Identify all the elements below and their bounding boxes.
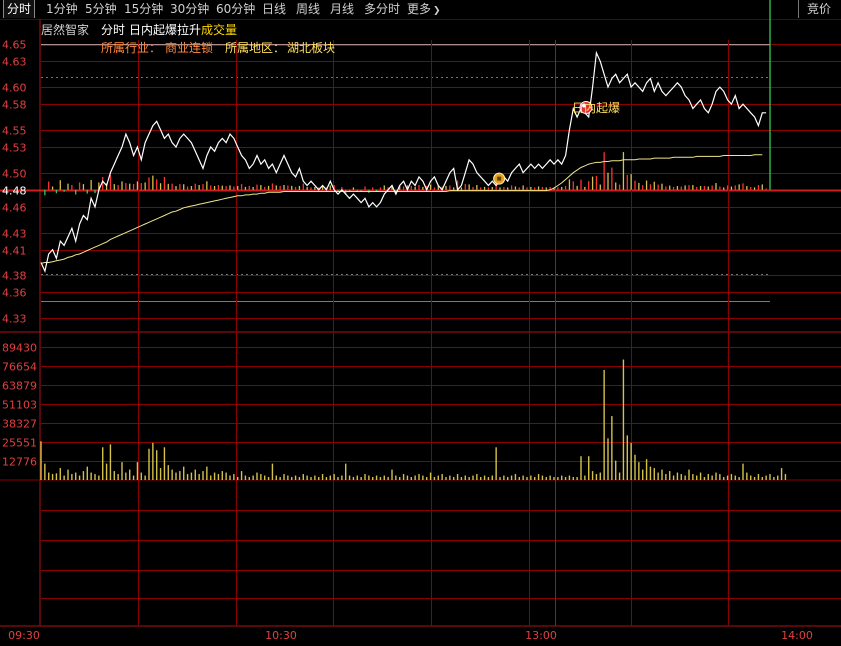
time-tick-label: 10:30 (265, 629, 297, 642)
price-tick-label: 4.53 (2, 142, 27, 155)
burst-annotation: 日内起爆 (572, 101, 621, 115)
price-tick-label: 4.43 (2, 228, 27, 241)
volume-tick-label: 38327 (2, 418, 37, 431)
money-bag-icon-mark (497, 176, 502, 181)
price-tick-label: 4.36 (2, 287, 27, 300)
price-lines (40, 50, 767, 273)
industry-value: 商业连锁 (165, 41, 214, 55)
volume-tick-label: 63879 (2, 380, 37, 393)
time-tick-label: 13:00 (525, 629, 557, 642)
volume-tick-label: 76654 (2, 361, 37, 374)
price-tick-label: 4.33 (2, 313, 27, 326)
price-tick-label: 4.46 (2, 202, 27, 215)
price-tick-label: 4.55 (2, 125, 27, 138)
stock-name: 居然智家 (41, 23, 90, 37)
price-tick-label: 4.48 (2, 185, 27, 198)
signal-name: 日内起爆拉升 (129, 23, 202, 37)
grid (0, 19, 841, 627)
price-tick-label: 4.58 (2, 99, 27, 112)
volume-indicator-label: 成交量 (201, 23, 238, 37)
price-tick-label: 4.38 (2, 270, 27, 283)
volume-tick-label: 51103 (2, 399, 37, 412)
price-line (40, 50, 767, 273)
average-price-line (40, 154, 763, 264)
price-tick-label: 4.65 (2, 39, 27, 52)
industry-label: 所属行业： (101, 41, 162, 55)
volume-tick-label: 89430 (2, 342, 37, 355)
volume-tick-label: 12776 (2, 456, 37, 469)
chart-mode-label: 分时 (101, 23, 126, 37)
region-value: 湖北板块 (287, 41, 336, 55)
price-tick-label: 4.63 (2, 56, 27, 69)
time-tick-label: 09:30 (8, 629, 40, 642)
axis-labels: 4.65 4.63 4.60 4.58 4.55 4.53 4.50 4.48 4.46 4.43… (2, 39, 813, 643)
volume-tick-label: 25551 (2, 437, 37, 450)
price-tick-label: 4.50 (2, 168, 27, 181)
time-tick-label: 14:00 (781, 629, 813, 642)
region-label: 所属地区： (225, 41, 286, 55)
price-tick-label: 4.60 (2, 82, 27, 95)
intraday-chart[interactable]: 4.65 4.63 4.60 4.58 4.55 4.53 4.50 4.48 4.46 4.43… (0, 0, 841, 646)
price-tick-label: 4.41 (2, 245, 27, 258)
